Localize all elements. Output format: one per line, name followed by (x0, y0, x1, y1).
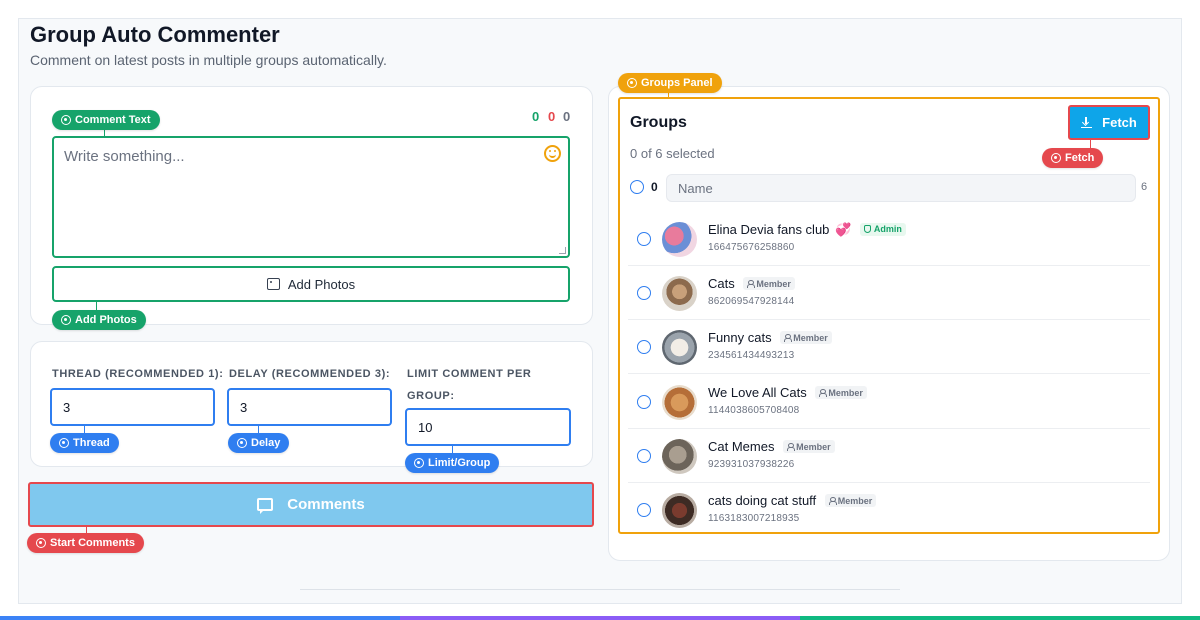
limit-label-line2: GROUP: (407, 390, 455, 402)
role-badge: Member (815, 386, 867, 399)
divider (300, 589, 900, 590)
group-avatar (662, 330, 697, 365)
group-id: 1163183007218935 (708, 513, 800, 524)
thread-input[interactable]: 3 (50, 388, 215, 426)
person-icon (828, 497, 837, 505)
group-checkbox[interactable] (637, 340, 651, 354)
counter-gray: 0 (563, 109, 571, 124)
select-all-count: 0 (651, 180, 658, 194)
select-all-checkbox[interactable] (630, 180, 644, 194)
group-avatar (662, 276, 697, 311)
group-name: Elina Devia fans club (708, 222, 830, 237)
info-icon (61, 115, 71, 125)
info-icon (1051, 153, 1061, 163)
limit-tag: Limit/Group (405, 453, 500, 473)
group-name: Cats (708, 276, 735, 291)
person-icon (784, 334, 793, 342)
role-badge: Member (780, 331, 832, 344)
group-name: cats doing cat stuff (708, 493, 817, 508)
group-id: 862069547928144 (708, 296, 795, 307)
thread-label: THREAD (RECOMMENDED 1): (52, 368, 224, 380)
info-icon (59, 438, 69, 448)
group-id: 1144038605708408 (708, 405, 800, 416)
group-row[interactable]: Cat Memes Member 923931037938226 (628, 429, 1150, 483)
info-icon (414, 458, 424, 468)
comment-text-tag: Comment Text (52, 110, 160, 130)
add-photos-tag: Add Photos (52, 310, 146, 330)
role-badge: Member (824, 494, 877, 507)
group-id: 923931037938226 (708, 459, 795, 470)
download-icon (1081, 117, 1093, 128)
comment-textarea[interactable]: Write something... (52, 136, 570, 258)
group-row[interactable]: Cats Member 862069547928144 (628, 266, 1150, 320)
role-badge: Admin (859, 222, 906, 236)
emoji-icon[interactable] (544, 145, 561, 162)
group-id: 166475676258860 (708, 242, 795, 253)
resize-handle[interactable] (559, 247, 566, 254)
image-icon (266, 278, 280, 290)
group-avatar (662, 222, 697, 257)
comment-placeholder: Write something... (64, 148, 185, 165)
counter-red: 0 (548, 109, 556, 124)
counter-green: 0 (532, 109, 540, 124)
info-icon (627, 78, 637, 88)
heart-icon: 💞 (835, 222, 852, 237)
person-icon (747, 280, 756, 288)
groups-selected-count: 0 of 6 selected (630, 146, 715, 161)
role-badge: Member (783, 440, 835, 453)
message-icon (257, 498, 274, 514)
info-icon (36, 538, 46, 548)
page-title: Group Auto Commenter (30, 22, 280, 47)
group-row[interactable]: Elina Devia fans club 💞 Admin 1664756762… (628, 212, 1150, 266)
group-name: We Love All Cats (708, 385, 807, 400)
person-icon (787, 443, 796, 451)
limit-label-line1: LIMIT COMMENT PER (407, 368, 532, 380)
delay-tag: Delay (228, 433, 290, 453)
group-avatar (662, 385, 697, 420)
group-name: Funny cats (708, 330, 772, 345)
group-name: Cat Memes (708, 439, 775, 454)
bottom-accent-bar (0, 616, 1200, 620)
group-avatar (662, 439, 697, 474)
group-checkbox[interactable] (637, 449, 651, 463)
add-photos-button[interactable]: Add Photos (52, 266, 570, 302)
group-checkbox[interactable] (637, 286, 651, 300)
group-row[interactable]: cats doing cat stuff Member 116318300721… (628, 483, 1150, 537)
total-groups-count: 6 (1141, 181, 1148, 193)
groups-title: Groups (630, 114, 687, 131)
shield-icon (863, 225, 871, 233)
groups-panel-tag: Groups Panel (618, 73, 722, 93)
fetch-tag: Fetch (1042, 148, 1104, 168)
delay-input[interactable]: 3 (227, 388, 392, 426)
name-filter-input[interactable]: Name (666, 174, 1136, 202)
person-icon (819, 389, 828, 397)
page-subtitle: Comment on latest posts in multiple grou… (30, 52, 387, 68)
thread-tag: Thread (50, 433, 119, 453)
info-icon (237, 438, 247, 448)
fetch-button[interactable]: Fetch (1068, 105, 1150, 140)
comments-button[interactable]: Comments (28, 482, 594, 527)
group-checkbox[interactable] (637, 503, 651, 517)
group-row[interactable]: Funny cats Member 234561434493213 (628, 320, 1150, 374)
group-row[interactable]: We Love All Cats Member 1144038605708408 (628, 375, 1150, 429)
group-id: 234561434493213 (708, 350, 795, 361)
group-avatar (662, 493, 697, 528)
role-badge: Member (743, 277, 795, 290)
group-checkbox[interactable] (637, 395, 651, 409)
group-checkbox[interactable] (637, 232, 651, 246)
limit-input[interactable]: 10 (405, 408, 571, 446)
start-comments-tag: Start Comments (27, 533, 144, 553)
delay-label: DELAY (RECOMMENDED 3): (229, 368, 391, 380)
info-icon (61, 315, 71, 325)
